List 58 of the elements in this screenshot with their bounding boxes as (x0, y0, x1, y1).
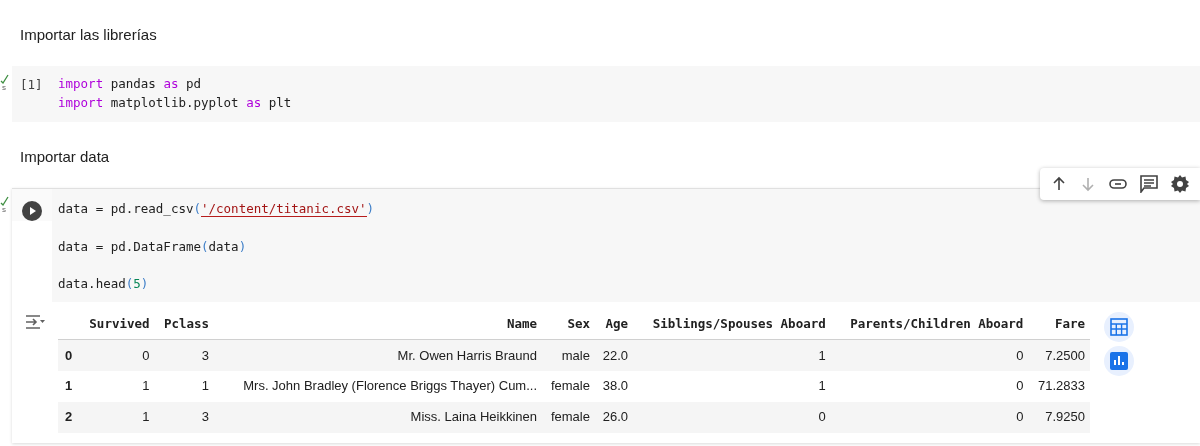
row-index: 1 (65, 378, 73, 394)
table-cell: 1 (142, 378, 150, 394)
column-header: Parents/Children Aboard (850, 315, 1024, 331)
table-cell: 0 (1016, 347, 1024, 363)
execution-time: s (2, 206, 6, 214)
table-cell: 7.2500 (1045, 347, 1085, 363)
code-line: data = pd.read_csv('/content/titanic.csv') (58, 200, 376, 219)
code-line: data = pd.DataFrame(data) (58, 237, 248, 256)
table-cell: Mrs. John Bradley (Florence Briggs Thayer) Cum... (243, 378, 538, 394)
chart-button[interactable] (1104, 345, 1134, 376)
table-cell: 38.0 (602, 378, 629, 394)
code-line: data.head(5) (58, 275, 150, 293)
table-cell: 1 (818, 347, 826, 363)
table-cell: 22.0 (602, 347, 629, 363)
code-line: import pandas as pd (58, 75, 202, 93)
link-icon[interactable] (1108, 178, 1127, 190)
table-cell: 0 (818, 409, 826, 425)
table-cell: 26.0 (602, 409, 629, 425)
table-icon (1110, 317, 1128, 336)
table-cell: 0 (1016, 409, 1024, 425)
markdown-heading: Importar las librerías (20, 24, 157, 45)
column-header: Sex (567, 315, 590, 331)
table-cell: 71.2833 (1038, 378, 1085, 394)
table-cell: 0 (1016, 378, 1024, 394)
run-button[interactable] (22, 201, 42, 221)
comment-icon[interactable] (1140, 175, 1159, 193)
table-cell: 1 (142, 409, 150, 425)
row-index: 2 (65, 409, 73, 425)
column-header: Pclass (163, 315, 210, 331)
table-cell: 1 (818, 378, 826, 394)
table-cell: 0 (142, 347, 150, 363)
table-cell: 7.9250 (1045, 409, 1085, 425)
table-view-button[interactable] (1104, 311, 1134, 342)
table-cell: 1 (201, 378, 210, 394)
table-cell: 3 (201, 347, 210, 363)
column-header: Age (605, 315, 629, 331)
column-header: Survived (89, 315, 150, 331)
table-cell: female (550, 409, 590, 425)
check-icon (0, 74, 9, 84)
code-cell[interactable]: [1] import pandas as pd import matplotlib.pyplot as plt (12, 66, 1200, 122)
row-index: 0 (65, 347, 73, 363)
column-header: Fare (1054, 315, 1085, 331)
table-cell: Miss. Laina Heikkinen (410, 409, 538, 425)
settings-icon[interactable] (1171, 175, 1190, 193)
check-icon (0, 196, 9, 206)
execution-time: s (2, 84, 6, 92)
execution-count: [1] (19, 76, 44, 94)
table-cell: female (550, 378, 590, 394)
bar-chart-icon (1110, 351, 1128, 370)
code-line: import matplotlib.pyplot as plt (58, 93, 292, 112)
table-cell: male (561, 347, 590, 363)
table-cell: 3 (201, 409, 210, 425)
column-header: Siblings/Spouses Aboard (652, 315, 826, 331)
markdown-heading: Importar data (20, 146, 110, 167)
output-toggle-icon[interactable] (24, 312, 46, 331)
column-header: Name (506, 315, 538, 331)
table-cell: Mr. Owen Harris Braund (397, 347, 538, 363)
code-cell[interactable] (12, 188, 1200, 443)
